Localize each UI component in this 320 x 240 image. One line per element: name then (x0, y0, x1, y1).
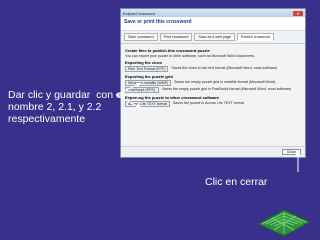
arrow-left-head-2 (137, 94, 141, 98)
arrow-left-head-3 (136, 103, 141, 108)
slide-background: EclipseCrossword ✕ Save or print this cr… (0, 0, 320, 240)
save-instruction-note: Dar clic y guardar con el nombre 2, 2.1,… (8, 89, 125, 125)
close-instruction-note: Clic en cerrar (205, 176, 268, 188)
maze-logo-icon (256, 209, 312, 237)
arrow-right-head (295, 151, 301, 156)
